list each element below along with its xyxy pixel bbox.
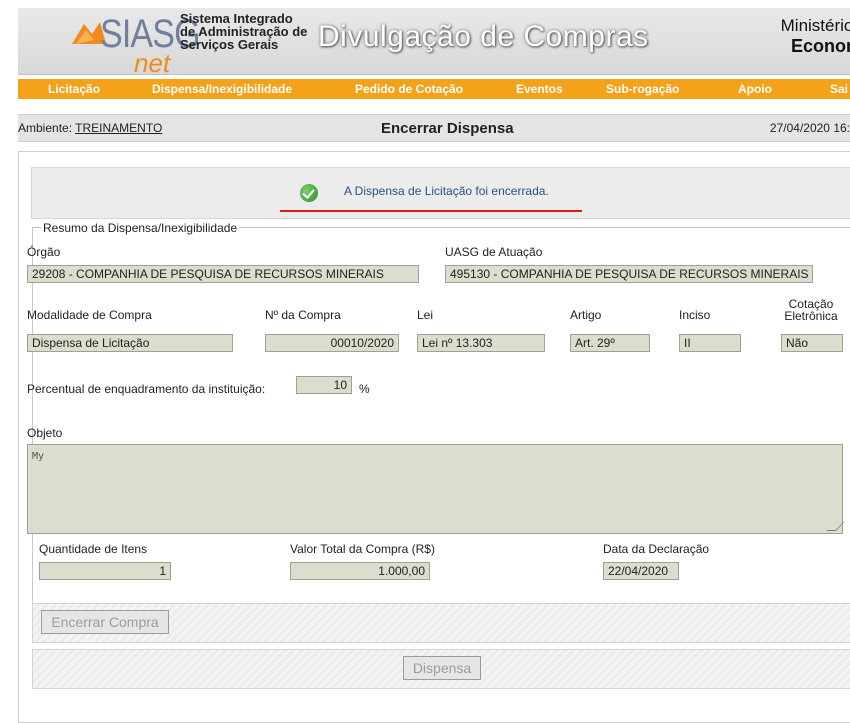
dispensa-button[interactable]: Dispensa — [403, 656, 481, 680]
message-underline — [280, 210, 582, 212]
numero-compra-field: 00010/2020 — [265, 334, 399, 352]
objeto-value: My — [32, 451, 45, 462]
success-message: A Dispensa de Licitação foi encerrada. — [344, 184, 549, 198]
system-name: Sistema Integrado de Administração de Se… — [180, 11, 308, 52]
main-nav: Licitação Dispensa/Inexigibilidade Pedid… — [18, 79, 850, 99]
nav-item-sair[interactable]: Sai — [830, 82, 848, 96]
modalidade-label: Modalidade de Compra — [27, 308, 152, 322]
encerrar-compra-button[interactable]: Encerrar Compra — [41, 610, 169, 634]
valor-field: 1.000,00 — [290, 562, 430, 580]
nav-item-eventos[interactable]: Eventos — [516, 82, 563, 96]
ministry-name: Ministério da Economia — [737, 16, 850, 56]
nav-item-licitacao[interactable]: Licitação — [48, 82, 100, 96]
environment-label-text: Ambiente: — [18, 121, 73, 135]
ministry-line-1: Ministério da — [780, 16, 850, 35]
cotacao-field: Não — [781, 334, 843, 352]
logo-subtext: net — [134, 48, 171, 78]
check-circle-icon — [300, 184, 318, 202]
uasg-label: UASG de Atuação — [445, 245, 543, 259]
page-title: Encerrar Dispensa — [381, 120, 514, 137]
environment-label: Ambiente: TREINAMENTO — [18, 121, 162, 135]
datetime: 27/04/2020 16: — [769, 121, 850, 135]
cotacao-label-line-2: Eletrônica — [784, 309, 838, 323]
quantidade-field: 1 — [39, 562, 171, 580]
artigo-label: Artigo — [570, 308, 602, 322]
inciso-field: II — [679, 334, 741, 352]
objeto-label: Objeto — [27, 426, 63, 440]
nav-item-sub-rogacao[interactable]: Sub-rogação — [606, 82, 679, 96]
orgao-label: Órgão — [27, 245, 61, 259]
percentual-label: Percentual de enquadramento da instituiç… — [27, 382, 266, 396]
numero-compra-label: Nº da Compra — [265, 308, 341, 322]
siasg-logo[interactable]: SIASG net — [60, 12, 201, 78]
lei-label: Lei — [417, 308, 434, 322]
banner-title: Divulgação de Compras — [318, 20, 649, 53]
environment-value[interactable]: TREINAMENTO — [75, 121, 162, 135]
cotacao-label: Cotação Eletrônica — [781, 298, 841, 322]
summary-legend: Resumo da Dispensa/Inexigibilidade — [41, 221, 240, 235]
uasg-field: 495130 - COMPANHIA DE PESQUISA DE RECURS… — [445, 265, 813, 283]
percentual-field: 10 — [296, 376, 352, 394]
inciso-label: Inciso — [679, 308, 711, 322]
data-declaracao-field: 22/04/2020 — [603, 562, 679, 580]
percentual-unit: % — [359, 382, 370, 396]
ministry-line-2: Economia — [790, 36, 850, 56]
action-row: Encerrar Compra — [32, 603, 850, 643]
summary-fieldset — [32, 227, 850, 607]
site-header: SIASG net Sistema Integrado de Administr… — [0, 0, 850, 78]
orgao-field: 29208 - COMPANHIA DE PESQUISA DE RECURSO… — [27, 265, 419, 283]
main-panel: A Dispensa de Licitação foi encerrada. R… — [18, 151, 850, 723]
objeto-textarea[interactable]: My — [27, 444, 845, 534]
valor-label: Valor Total da Compra (R$) — [290, 542, 435, 556]
nav-item-apoio[interactable]: Apoio — [738, 82, 772, 96]
data-declaracao-label: Data da Declaração — [603, 542, 710, 556]
resize-grip-icon[interactable] — [826, 522, 845, 531]
modalidade-field: Dispensa de Licitação — [27, 334, 233, 352]
nav-item-pedido-cotacao[interactable]: Pedido de Cotação — [355, 82, 463, 96]
success-message-bar: A Dispensa de Licitação foi encerrada. — [31, 167, 850, 219]
lei-field: Lei nº 13.303 — [417, 334, 545, 352]
environment-bar: Ambiente: TREINAMENTO Encerrar Dispensa … — [18, 114, 850, 142]
quantidade-label: Quantidade de Itens — [39, 542, 148, 556]
artigo-field: Art. 29º — [570, 334, 650, 352]
nav-item-dispensa[interactable]: Dispensa/Inexigibilidade — [152, 82, 292, 96]
footer-row: Dispensa — [32, 649, 850, 689]
